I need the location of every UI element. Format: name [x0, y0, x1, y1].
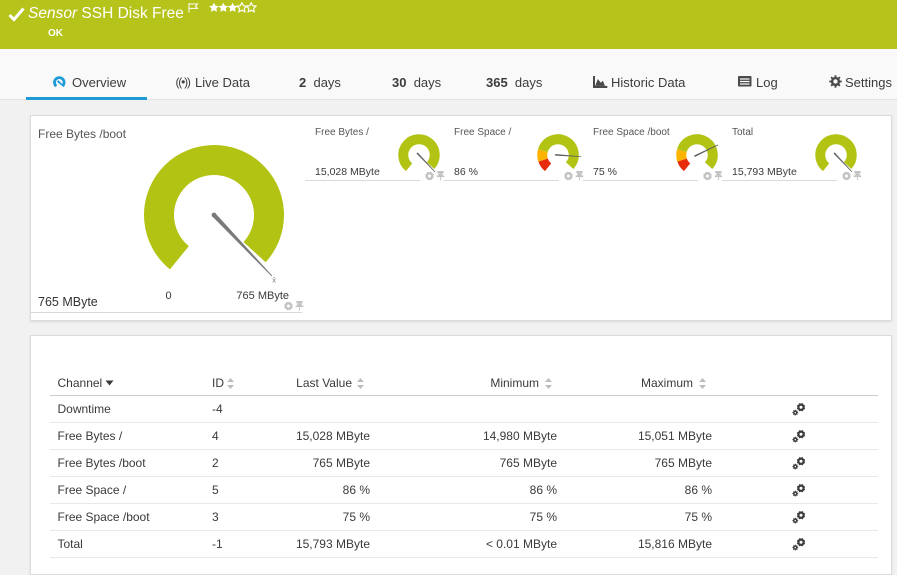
svg-text:x̄: x̄	[272, 276, 276, 285]
